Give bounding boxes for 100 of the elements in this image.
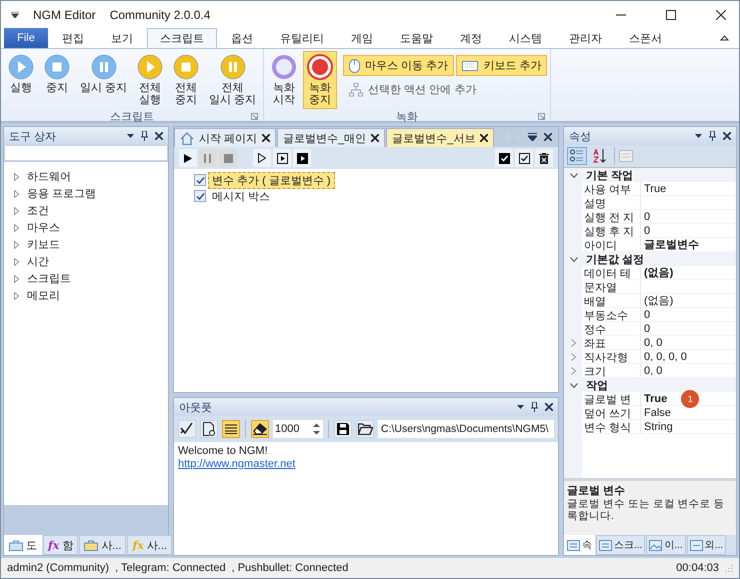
ribbon-tab[interactable]: 스크립트 [147, 28, 217, 48]
tree-item[interactable]: 응용 프로그램 [27, 186, 96, 201]
expand-arrow-icon[interactable] [14, 190, 19, 198]
expand-arrow-icon[interactable] [14, 274, 19, 282]
tree-item[interactable]: 스크립트 [27, 271, 71, 286]
quick-access-caret-icon[interactable] [11, 12, 19, 18]
ribbon-tab[interactable]: 게임 [338, 28, 386, 48]
document-tab[interactable]: 시작 페이지 [174, 128, 276, 147]
expand-arrow-icon[interactable] [14, 258, 19, 266]
ribbon-button[interactable]: 녹화 중지 [303, 51, 338, 109]
close-icon[interactable] [371, 134, 380, 142]
panel-tab[interactable]: 스크... [596, 535, 646, 555]
stop-icon[interactable] [219, 149, 237, 167]
close-icon[interactable] [155, 132, 163, 140]
dropdown-caret-icon[interactable] [695, 134, 702, 138]
ribbon-tab[interactable]: 유틸리티 [267, 28, 337, 48]
ribbon-tab[interactable]: 보기 [98, 28, 146, 48]
ribbon-small-button[interactable]: 키보드 추가 [456, 55, 548, 76]
expand-arrow-icon[interactable] [14, 292, 19, 300]
collapse-ribbon-icon[interactable] [720, 35, 729, 41]
property-row[interactable]: 설명 [564, 196, 736, 210]
ribbon-tab[interactable]: 관리자 [556, 28, 615, 48]
tab-list-icon[interactable] [528, 133, 537, 141]
clear-icon[interactable] [178, 420, 196, 438]
ribbon-button[interactable]: 일시 중지 [76, 51, 132, 109]
play-icon[interactable] [179, 149, 197, 167]
ribbon-button[interactable]: 전체 중지 [169, 51, 204, 109]
property-row[interactable]: 실행 전 지 0 [564, 210, 736, 224]
close-icon[interactable] [716, 10, 726, 20]
ribbon-tab[interactable]: 계정 [447, 28, 495, 48]
expand-arrow-icon[interactable] [14, 172, 19, 180]
close-icon[interactable] [480, 134, 488, 142]
panel-tab[interactable]: 사... [79, 535, 126, 555]
ribbon-button[interactable]: 녹화 시작 [267, 51, 302, 109]
close-icon[interactable] [545, 403, 553, 411]
ribbon-button[interactable]: 전체 일시 중지 [205, 51, 260, 109]
panel-tab[interactable]: 도 [4, 535, 42, 555]
delete-icon[interactable] [535, 149, 553, 167]
checkbox[interactable] [194, 190, 206, 202]
pin-icon[interactable] [141, 131, 148, 141]
max-lines-field[interactable]: 1000 [273, 420, 323, 438]
play-outline-icon[interactable] [253, 149, 271, 167]
ribbon-button[interactable]: 전체 실행 [133, 51, 168, 109]
property-row[interactable]: 직사각형 0, 0, 0, 0 [564, 350, 736, 364]
categorized-view-icon[interactable] [567, 147, 587, 165]
save-icon[interactable] [334, 420, 352, 438]
close-icon[interactable] [262, 134, 270, 142]
action-item[interactable]: 메시지 박스 [208, 188, 274, 204]
pin-icon[interactable] [531, 402, 538, 412]
folder-icon[interactable] [356, 420, 374, 438]
tree-item[interactable]: 조건 [27, 203, 49, 218]
check-all-icon[interactable] [495, 149, 513, 167]
pin-icon[interactable] [709, 131, 716, 141]
panel-tab[interactable]: 속 [564, 535, 595, 555]
property-row[interactable]: 실행 후 지 0 [564, 224, 736, 238]
checkbox-icon[interactable] [515, 149, 533, 167]
property-row[interactable]: 문자열 [564, 280, 736, 294]
property-row[interactable]: 사용 여부 True [564, 182, 736, 196]
spinner-arrows-icon[interactable] [312, 422, 321, 436]
property-row[interactable]: 덮어 쓰기 False [564, 406, 736, 420]
property-row[interactable]: 부동소수 0 [564, 308, 736, 322]
lines-icon[interactable] [222, 420, 240, 438]
property-row[interactable]: 변수 형식 String [564, 420, 736, 434]
action-item[interactable]: 변수 추가 ( 글로벌변수 ) [208, 172, 335, 188]
property-row[interactable]: 글로벌 변 True 1 [564, 392, 736, 406]
tree-item[interactable]: 마우스 [27, 220, 60, 235]
expand-arrow-icon[interactable] [14, 224, 19, 232]
document-tab[interactable]: 글로벌변수_매인 [277, 128, 386, 147]
property-row[interactable]: 배열 (없음) [564, 294, 736, 308]
dropdown-caret-icon[interactable] [127, 134, 134, 138]
document-tab[interactable]: 글로벌변수_서브 [386, 128, 494, 147]
ribbon-tab[interactable]: 옵션 [218, 28, 266, 48]
expand-arrow-icon[interactable] [14, 240, 19, 248]
panel-tab[interactable]: fx 함 [43, 535, 78, 555]
play-frame-icon[interactable] [273, 149, 291, 167]
ribbon-button[interactable]: 중지 [40, 51, 74, 109]
dropdown-caret-icon[interactable] [517, 405, 524, 409]
property-row[interactable]: 좌표 0, 0 [564, 336, 736, 350]
property-row[interactable]: 정수 0 [564, 322, 736, 336]
path-field[interactable]: C:\Users\ngmas\Documents\NGM5\ [378, 420, 554, 438]
ribbon-tab[interactable]: 스폰서 [616, 28, 675, 48]
panel-tab[interactable]: 이... [646, 535, 686, 555]
ribbon-button[interactable]: 실행 [4, 51, 38, 109]
checkbox[interactable] [194, 174, 206, 186]
expand-arrow-icon[interactable] [14, 206, 19, 214]
tree-item[interactable]: 키보드 [27, 237, 60, 252]
close-icon[interactable] [544, 133, 552, 141]
maximize-icon[interactable] [666, 10, 676, 20]
tree-item[interactable]: 하드웨어 [27, 169, 71, 184]
ribbon-small-button[interactable]: 마우스 이동 추가 [343, 55, 454, 76]
search-field[interactable] [4, 145, 168, 161]
close-icon[interactable] [723, 132, 731, 140]
panel-tab[interactable]: 외... [686, 535, 726, 555]
eraser-icon[interactable] [251, 420, 269, 438]
document-icon[interactable] [200, 420, 218, 438]
ribbon-tab[interactable]: 편집 [49, 28, 97, 48]
play-box-icon[interactable] [293, 149, 311, 167]
ribbon-tab[interactable]: 도움말 [387, 28, 446, 48]
tree-item[interactable]: 시간 [27, 254, 49, 269]
property-row[interactable]: 데이터 테 (없음) [564, 266, 736, 280]
